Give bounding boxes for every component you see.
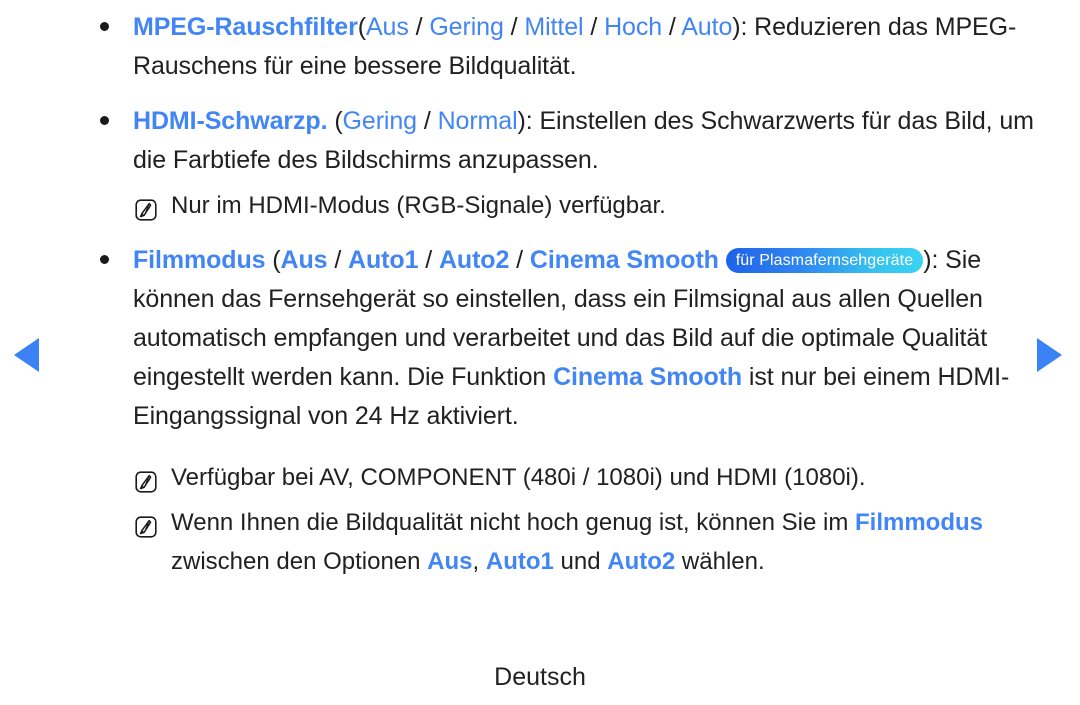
note-link-auto1[interactable]: Auto1 [486, 548, 554, 575]
inline-link-cinema-smooth[interactable]: Cinema Smooth [553, 363, 742, 391]
bullet-item-hdmi-schwarzp: HDMI-Schwarzp. (Gering / Normal): Einste… [95, 102, 1040, 180]
note-text-part1: Wenn Ihnen die Bildqualität nicht hoch g… [171, 509, 855, 536]
open-paren: ( [357, 13, 366, 41]
open-paren: ( [334, 107, 343, 135]
note-text-part3: , [472, 548, 486, 575]
setting-title[interactable]: MPEG-Rauschfilter [133, 13, 358, 41]
note-line: Nur im HDMI-Modus (RGB-Signale) verfügba… [133, 186, 1040, 225]
bullet-paragraph: HDMI-Schwarzp. (Gering / Normal): Einste… [133, 102, 1040, 180]
note-line: Wenn Ihnen die Bildqualität nicht hoch g… [133, 503, 1040, 581]
option-normal[interactable]: Normal [438, 107, 518, 135]
option-auto[interactable]: Auto [681, 13, 732, 41]
option-separator: / [668, 13, 676, 41]
setting-title[interactable]: Filmmodus [133, 246, 266, 274]
option-hoch[interactable]: Hoch [604, 13, 662, 41]
note-pencil-icon [135, 466, 157, 493]
note-link-filmmodus[interactable]: Filmmodus [855, 509, 983, 536]
note-pencil-icon [135, 194, 157, 221]
bullet-item-mpeg-rauschfilter: MPEG-Rauschfilter(Aus / Gering / Mittel … [95, 8, 1040, 86]
option-cinema-smooth[interactable]: Cinema Smooth [530, 246, 719, 274]
bullet-item-filmmodus: Filmmodus (Aus / Auto1 / Auto2 / Cinema … [95, 241, 1040, 436]
note-pencil-icon [135, 511, 157, 538]
note-link-auto2[interactable]: Auto2 [607, 548, 675, 575]
option-auto1[interactable]: Auto1 [348, 246, 418, 274]
option-auto2[interactable]: Auto2 [439, 246, 509, 274]
note-line: Verfügbar bei AV, COMPONENT (480i / 1080… [133, 458, 1040, 497]
previous-page-arrow[interactable] [14, 338, 44, 372]
next-page-arrow[interactable] [1037, 338, 1067, 372]
content-column: MPEG-Rauschfilter(Aus / Gering / Mittel … [95, 8, 1040, 583]
triangle-right-icon [1037, 338, 1062, 372]
option-separator: / [516, 246, 523, 274]
manual-page: MPEG-Rauschfilter(Aus / Gering / Mittel … [0, 0, 1080, 705]
note-text-part2: zwischen den Optionen [171, 548, 428, 575]
note-text: Verfügbar bei AV, COMPONENT (480i / 1080… [171, 464, 866, 491]
setting-title[interactable]: HDMI-Schwarzp. [133, 107, 328, 135]
option-mittel[interactable]: Mittel [524, 13, 583, 41]
note-text-part5: wählen. [675, 548, 765, 575]
triangle-left-icon [14, 338, 39, 372]
bullet-paragraph: Filmmodus (Aus / Auto1 / Auto2 / Cinema … [133, 241, 1040, 436]
page-footer: Deutsch [0, 663, 1080, 692]
bullet-dot-icon [100, 22, 109, 31]
plasma-device-badge: für Plasmafernsehgeräte [725, 248, 924, 273]
note-link-aus[interactable]: Aus [427, 548, 472, 575]
option-aus[interactable]: Aus [281, 246, 328, 274]
option-separator: / [423, 107, 431, 135]
note-text-part4: und [553, 548, 608, 575]
option-gering[interactable]: Gering [343, 107, 418, 135]
option-gering[interactable]: Gering [429, 13, 504, 41]
language-label: Deutsch [494, 663, 586, 691]
close-paren: ) [517, 107, 526, 135]
bullet-dot-icon [100, 255, 109, 264]
open-paren: ( [272, 246, 281, 274]
option-aus[interactable]: Aus [366, 13, 409, 41]
bullet-dot-icon [100, 116, 109, 125]
note-text: Nur im HDMI-Modus (RGB-Signale) verfügba… [171, 192, 666, 219]
bullet-paragraph: MPEG-Rauschfilter(Aus / Gering / Mittel … [133, 8, 1040, 86]
